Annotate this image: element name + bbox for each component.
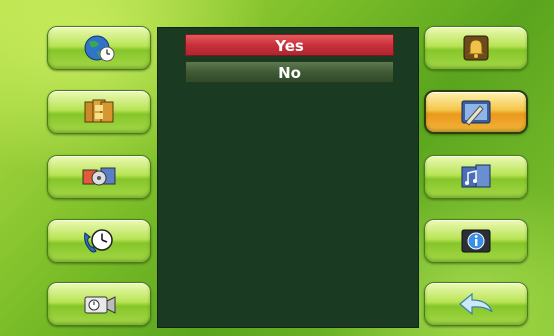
media-gallery-icon xyxy=(82,167,116,186)
bell-icon xyxy=(463,35,489,61)
globe-clock-button[interactable] xyxy=(47,26,151,70)
globe-clock-icon xyxy=(84,35,115,62)
camera-button[interactable] xyxy=(47,282,151,326)
phone-clock-button[interactable] xyxy=(47,219,151,263)
camera-icon xyxy=(84,296,116,314)
confirm-dialog-panel: Yes No xyxy=(157,27,419,328)
phone-clock-icon xyxy=(84,229,113,253)
back-button[interactable] xyxy=(424,282,528,326)
no-option[interactable]: No xyxy=(185,61,394,83)
info-icon xyxy=(461,229,491,253)
film-strip-button[interactable] xyxy=(47,90,151,134)
info-button[interactable] xyxy=(424,219,528,263)
display-settings-button[interactable] xyxy=(424,90,528,134)
media-gallery-button[interactable] xyxy=(47,155,151,199)
settings-screen: Yes No xyxy=(0,0,554,336)
music-media-button[interactable] xyxy=(424,155,528,199)
bell-button[interactable] xyxy=(424,26,528,70)
film-strip-icon xyxy=(84,99,114,123)
back-arrow-icon xyxy=(459,292,493,316)
yes-option[interactable]: Yes xyxy=(185,34,394,56)
music-media-icon xyxy=(461,164,491,188)
display-settings-icon xyxy=(461,100,491,126)
